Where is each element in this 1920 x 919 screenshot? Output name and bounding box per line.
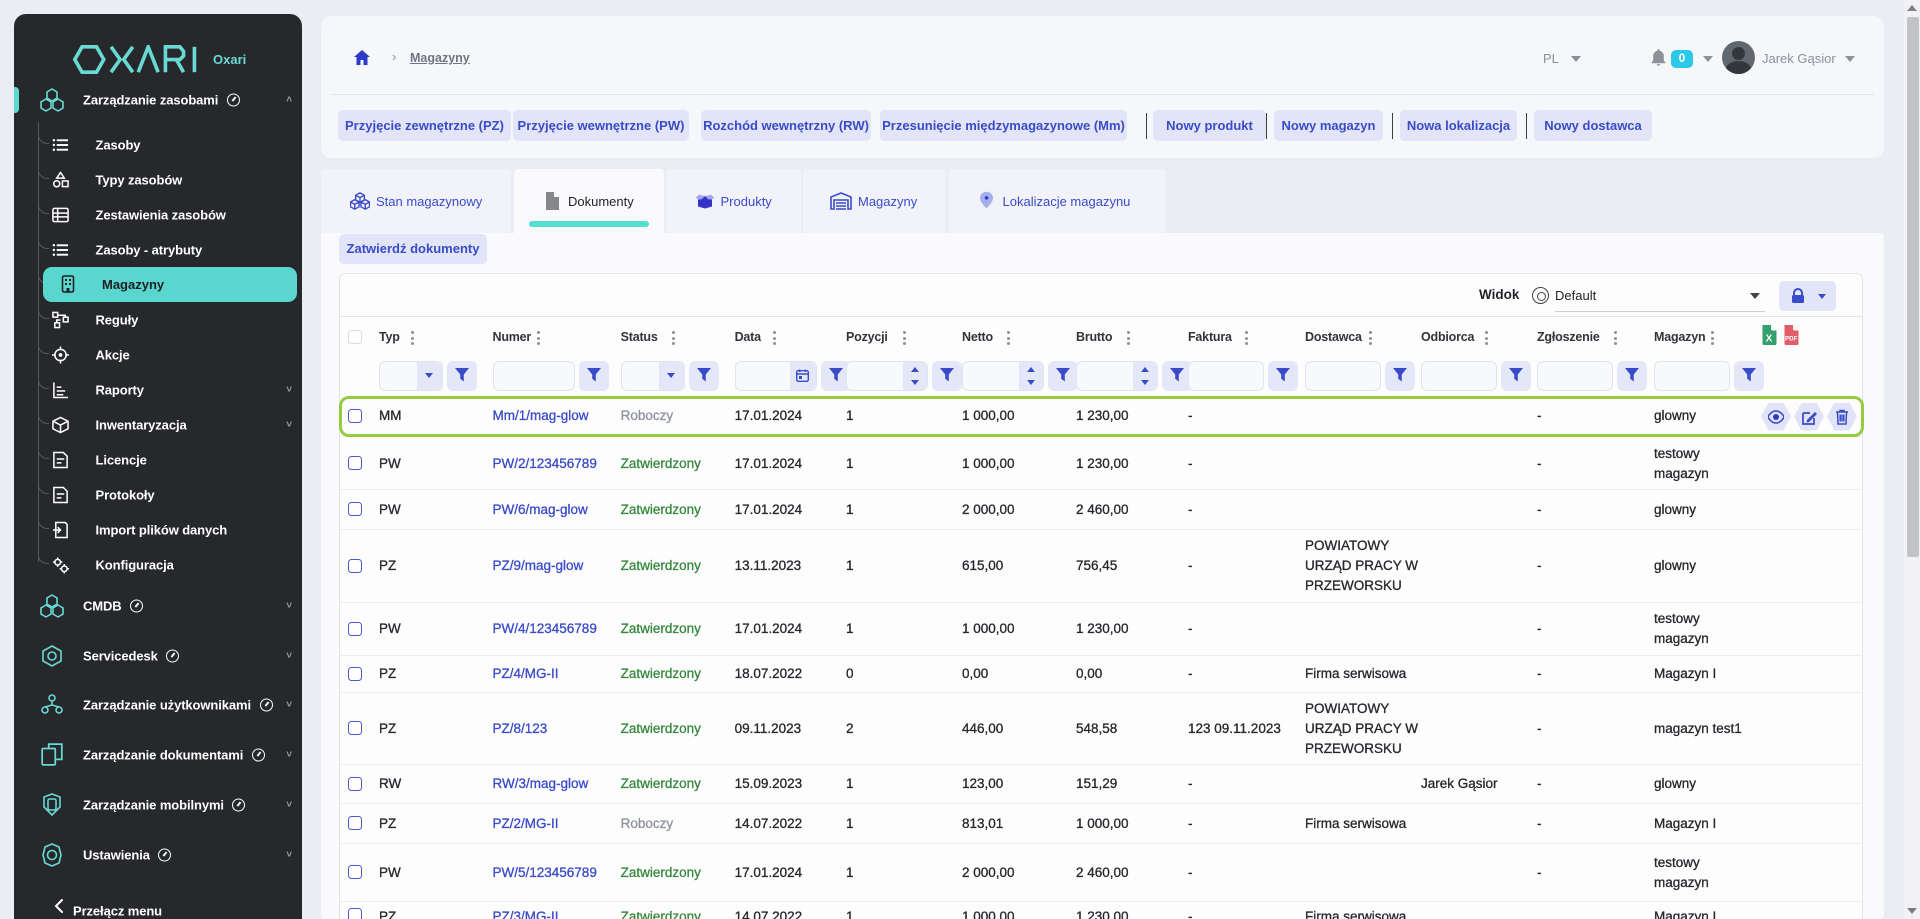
svg-text:X: X <box>1766 334 1773 345</box>
svg-text:PDF: PDF <box>1785 336 1798 343</box>
